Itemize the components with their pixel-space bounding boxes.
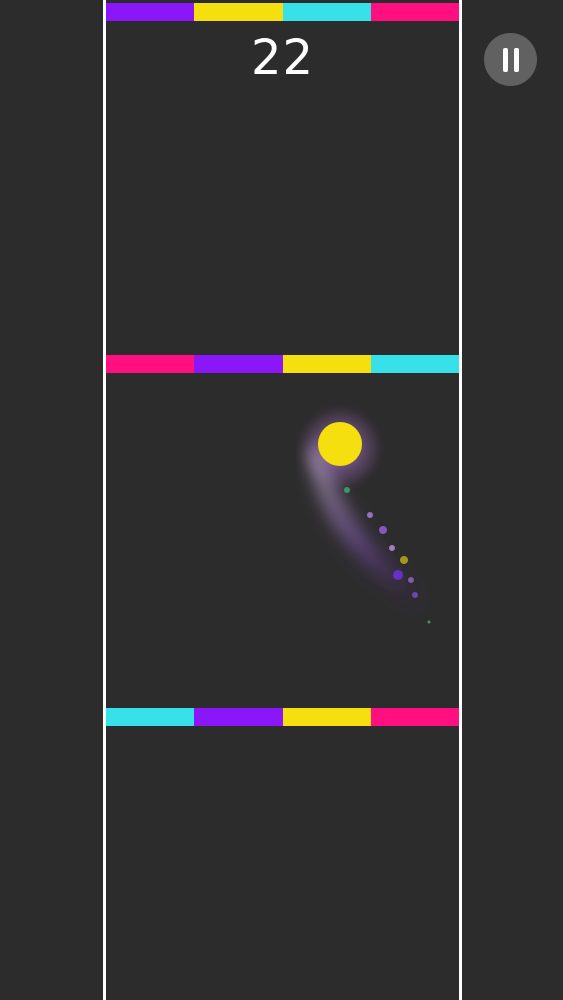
- bar-segment-yellow: [194, 3, 283, 21]
- playfield: [103, 0, 462, 1000]
- pause-button[interactable]: [484, 33, 537, 86]
- bar-segment-purple: [106, 3, 195, 21]
- color-bar-top: [106, 3, 459, 21]
- bar-segment-yellow: [282, 355, 371, 373]
- bar-segment-magenta: [106, 355, 195, 373]
- score-counter: 22: [250, 30, 315, 86]
- pause-icon: [502, 47, 519, 72]
- bar-segment-purple: [194, 355, 283, 373]
- bar-segment-cyan: [370, 355, 459, 373]
- bar-segment-cyan: [282, 3, 371, 21]
- color-bar-bottom: [106, 708, 459, 726]
- color-bar-middle: [106, 355, 459, 373]
- bar-segment-magenta: [370, 3, 459, 21]
- bar-segment-purple: [194, 708, 283, 726]
- bar-segment-yellow: [282, 708, 371, 726]
- bar-segment-cyan: [106, 708, 195, 726]
- bar-segment-magenta: [370, 708, 459, 726]
